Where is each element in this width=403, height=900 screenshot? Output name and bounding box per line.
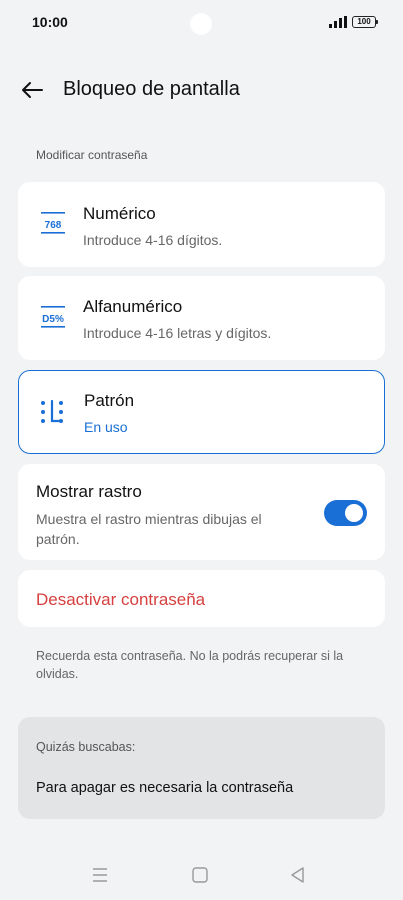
suggestion-link[interactable]: Para apagar es necesaria la contraseña <box>36 780 293 796</box>
page-title: Bloqueo de pantalla <box>63 78 240 100</box>
section-label: Modificar contraseña <box>36 148 148 162</box>
option-subtitle: Introduce 4-16 letras y dígitos. <box>83 325 272 341</box>
option-pattern[interactable]: Patrón En uso <box>18 370 385 454</box>
option-title: Numérico <box>83 204 156 223</box>
signal-icon <box>329 16 347 28</box>
header: Bloqueo de pantalla <box>0 70 403 110</box>
disable-password-label: Desactivar contraseña <box>36 590 206 609</box>
back-arrow-icon[interactable] <box>18 76 46 104</box>
pattern-icon <box>41 399 63 423</box>
option-alphanumeric[interactable]: D5% Alfanumérico Introduce 4-16 letras y… <box>18 276 385 360</box>
toggle-knob <box>345 504 363 522</box>
show-trace-title: Mostrar rastro <box>36 482 142 501</box>
disable-password-button[interactable]: Desactivar contraseña <box>18 570 385 627</box>
show-trace-description: Muestra el rastro mientras dibujas el pa… <box>36 511 262 547</box>
svg-text:D5%: D5% <box>42 314 64 325</box>
option-title: Alfanumérico <box>83 297 183 316</box>
show-trace-toggle[interactable] <box>324 500 367 526</box>
home-icon[interactable] <box>190 865 210 885</box>
show-trace-row[interactable]: Mostrar rastro Muestra el rastro mientra… <box>18 464 385 560</box>
option-title: Patrón <box>84 391 135 410</box>
suggestions-label: Quizás buscabas: <box>36 740 136 754</box>
status-time: 10:00 <box>32 14 68 30</box>
status-bar: 10:00 100 <box>0 0 403 44</box>
suggestions-panel: Quizás buscabas: Para apagar es necesari… <box>18 717 385 819</box>
menu-icon[interactable] <box>90 865 110 885</box>
navigation-bar <box>0 855 403 895</box>
battery-icon: 100 <box>352 16 378 28</box>
password-note: Recuerda esta contraseña. No la podrás r… <box>36 649 344 681</box>
camera-cutout <box>190 13 212 35</box>
svg-text:768: 768 <box>45 220 62 231</box>
option-status: En uso <box>84 419 128 435</box>
option-subtitle: Introduce 4-16 dígitos. <box>83 232 223 248</box>
numeric-password-icon: 768 <box>41 212 65 234</box>
back-nav-icon[interactable] <box>288 865 308 885</box>
option-numeric[interactable]: 768 Numérico Introduce 4-16 dígitos. <box>18 182 385 267</box>
alphanumeric-password-icon: D5% <box>41 306 65 328</box>
